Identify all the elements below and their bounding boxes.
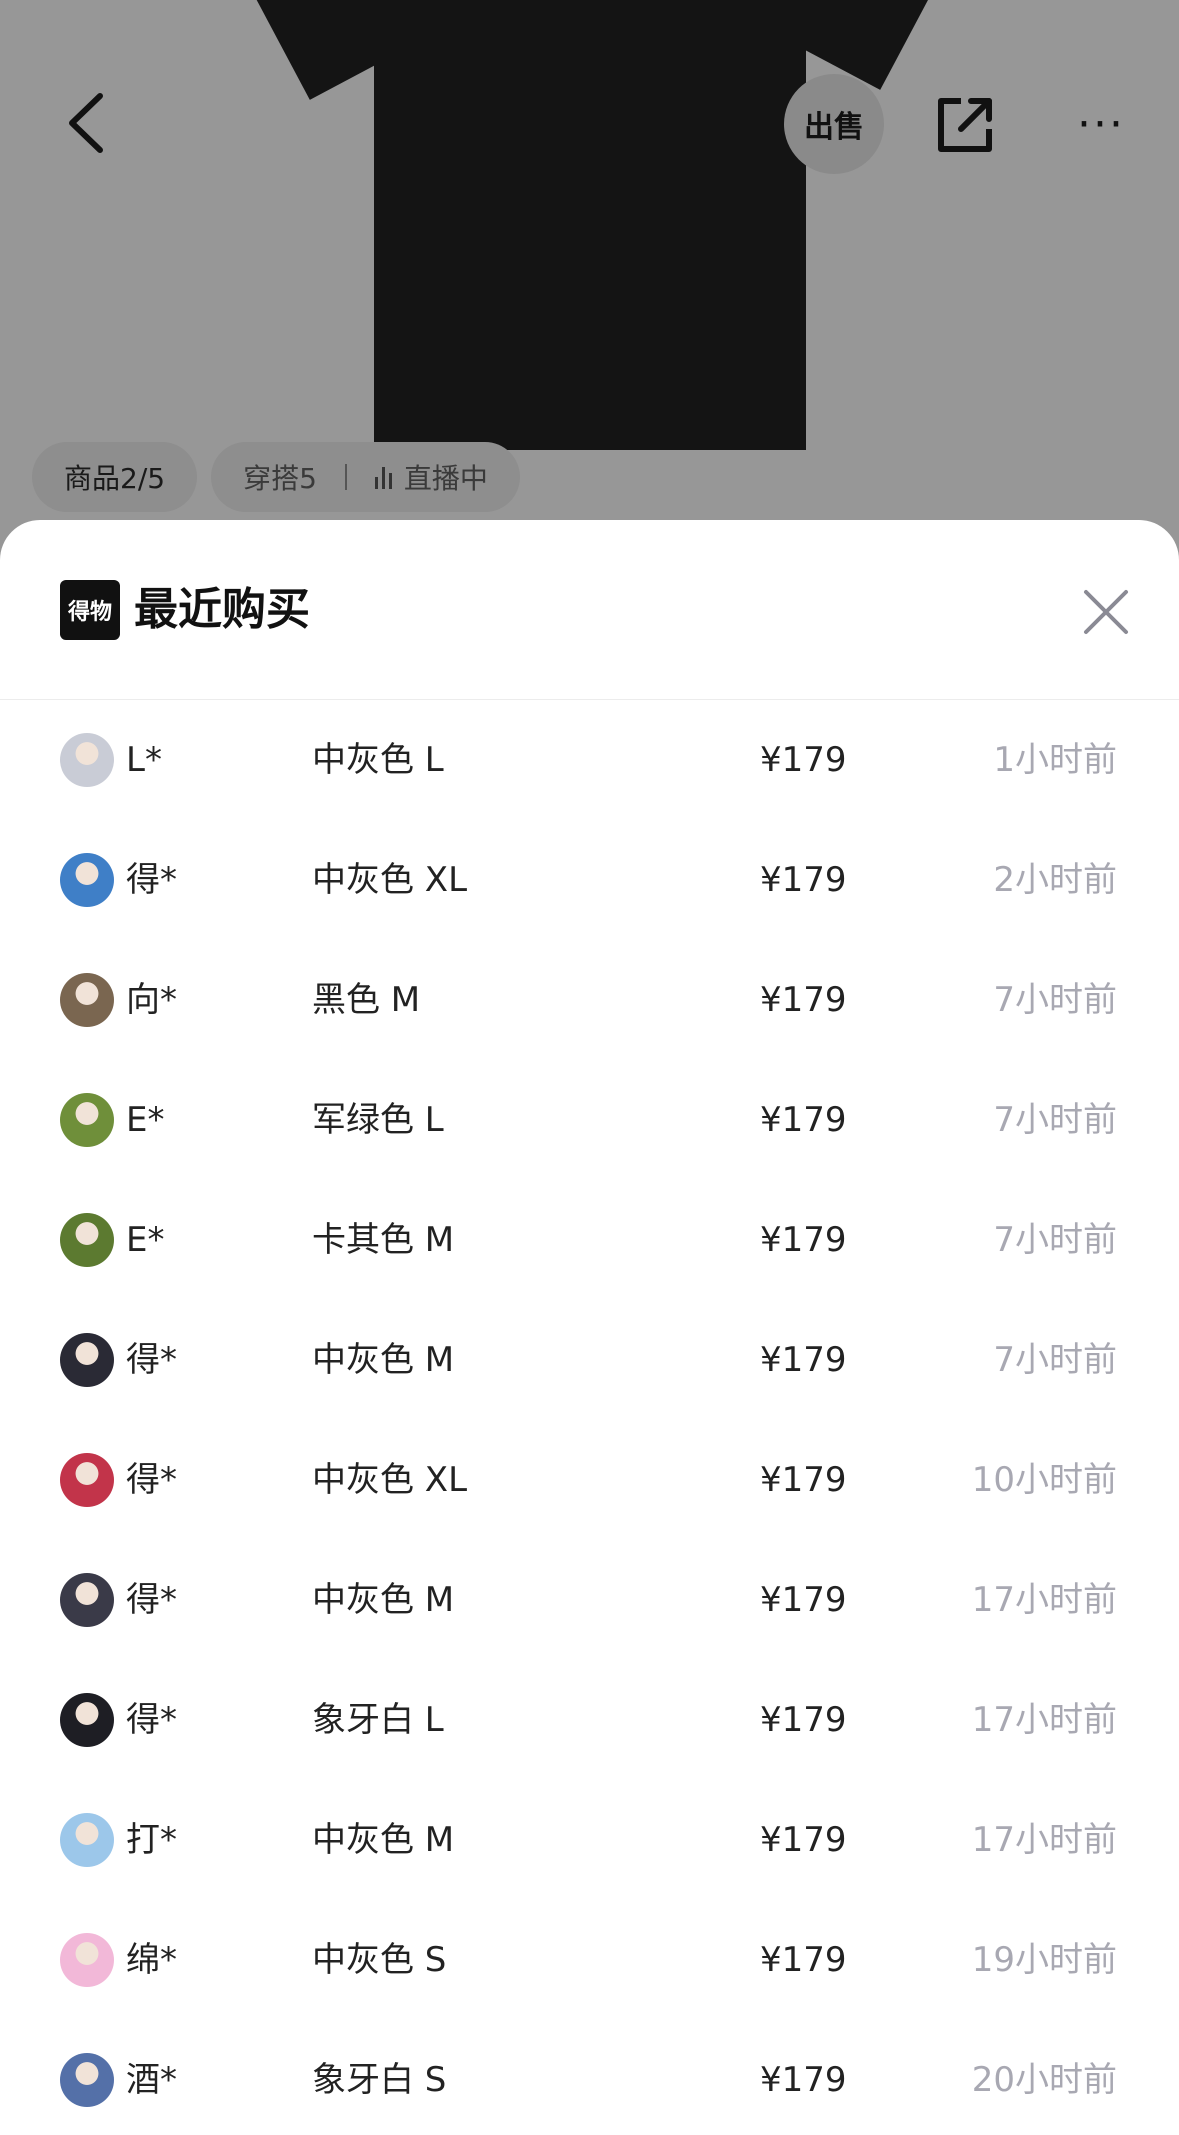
purchase-row: L* 中灰色 L ¥179 1小时前	[0, 700, 1179, 820]
buyer-name: 酒*	[126, 2060, 177, 2100]
product-shirt-image	[374, 0, 806, 450]
purchase-row: 得* 象牙白 L ¥179 17小时前	[0, 1660, 1179, 1780]
buyer-name: 向*	[126, 980, 177, 1020]
purchase-time: 10小时前	[971, 1460, 1117, 1500]
purchase-variant: 象牙白 L	[312, 1700, 444, 1740]
recent-purchases-sheet: 得物 最近购买 L* 中灰色 L ¥179 1小时前得* 中灰色 XL ¥179 2小时前向…	[0, 520, 1179, 2135]
purchase-row: 得* 中灰色 XL ¥179 2小时前	[0, 820, 1179, 940]
sell-label: 出售	[804, 110, 864, 145]
purchase-variant: 象牙白 S	[312, 2060, 447, 2100]
back-icon[interactable]	[56, 88, 116, 158]
product-image-area: 出售 ··· 商品2/5 穿搭5 直播中	[0, 0, 1179, 560]
purchase-row: 得* 中灰色 M ¥179 17小时前	[0, 1540, 1179, 1660]
purchase-list: L* 中灰色 L ¥179 1小时前得* 中灰色 XL ¥179 2小时前向* 黑色 M ¥17…	[0, 700, 1179, 2135]
purchase-price: ¥179	[760, 740, 847, 780]
buyer-name: E*	[126, 1220, 165, 1260]
buyer-name: L*	[126, 740, 162, 780]
avatar[interactable]	[60, 1333, 114, 1387]
dewu-logo: 得物	[60, 580, 120, 640]
purchase-price: ¥179	[760, 980, 847, 1020]
buyer-name: 打*	[126, 1820, 177, 1860]
avatar[interactable]	[60, 733, 114, 787]
buyer-name: 得*	[126, 1460, 177, 1500]
purchase-time: 2小时前	[993, 860, 1117, 900]
buyer-name: 得*	[126, 1580, 177, 1620]
purchase-price: ¥179	[760, 1820, 847, 1860]
purchase-row: 打* 中灰色 M ¥179 17小时前	[0, 1780, 1179, 1900]
purchase-variant: 中灰色 XL	[312, 860, 468, 900]
avatar[interactable]	[60, 1573, 114, 1627]
purchase-row: 向* 黑色 M ¥179 7小时前	[0, 940, 1179, 1060]
close-icon[interactable]	[1080, 586, 1132, 638]
avatar[interactable]	[60, 1693, 114, 1747]
purchase-row: E* 卡其色 M ¥179 7小时前	[0, 1180, 1179, 1300]
purchase-row: 得* 中灰色 M ¥179 7小时前	[0, 1300, 1179, 1420]
tab-group: 穿搭5 直播中	[211, 442, 520, 512]
purchase-row: 绵* 中灰色 S ¥179 19小时前	[0, 1900, 1179, 2020]
purchase-time: 7小时前	[993, 1220, 1117, 1260]
content-tab-bar: 商品2/5 穿搭5 直播中	[32, 442, 520, 512]
purchase-time: 7小时前	[993, 980, 1117, 1020]
purchase-variant: 中灰色 L	[312, 740, 444, 780]
avatar[interactable]	[60, 1093, 114, 1147]
purchase-price: ¥179	[760, 1580, 847, 1620]
purchase-time: 19小时前	[971, 1940, 1117, 1980]
purchase-variant: 军绿色 L	[312, 1100, 444, 1140]
more-icon[interactable]: ···	[1066, 96, 1136, 152]
live-bars-icon	[374, 465, 392, 489]
purchase-variant: 黑色 M	[312, 980, 421, 1020]
buyer-name: 得*	[126, 1340, 177, 1380]
purchase-row: 得* 中灰色 XL ¥179 10小时前	[0, 1420, 1179, 1540]
purchase-price: ¥179	[760, 1700, 847, 1740]
buyer-name: 得*	[126, 1700, 177, 1740]
purchase-time: 17小时前	[971, 1700, 1117, 1740]
sheet-title: 最近购买	[134, 584, 310, 635]
avatar[interactable]	[60, 1813, 114, 1867]
tab-outfit[interactable]: 穿搭5	[243, 457, 317, 497]
purchase-price: ¥179	[760, 1100, 847, 1140]
purchase-price: ¥179	[760, 1460, 847, 1500]
purchase-price: ¥179	[760, 1220, 847, 1260]
purchase-variant: 中灰色 M	[312, 1340, 455, 1380]
tab-live[interactable]: 直播中	[404, 457, 488, 497]
avatar[interactable]	[60, 1453, 114, 1507]
avatar[interactable]	[60, 2053, 114, 2107]
purchase-price: ¥179	[760, 860, 847, 900]
purchase-time: 7小时前	[993, 1340, 1117, 1380]
purchase-variant: 卡其色 M	[312, 1220, 455, 1260]
avatar[interactable]	[60, 853, 114, 907]
share-icon[interactable]	[930, 90, 1000, 160]
purchase-variant: 中灰色 S	[312, 1940, 447, 1980]
buyer-name: E*	[126, 1100, 165, 1140]
purchase-row: E* 军绿色 L ¥179 7小时前	[0, 1060, 1179, 1180]
purchase-variant: 中灰色 M	[312, 1820, 455, 1860]
buyer-name: 得*	[126, 860, 177, 900]
purchase-time: 1小时前	[993, 740, 1117, 780]
buyer-name: 绵*	[126, 1940, 177, 1980]
purchase-time: 7小时前	[993, 1100, 1117, 1140]
purchase-row: 酒* 象牙白 S ¥179 20小时前	[0, 2020, 1179, 2135]
avatar[interactable]	[60, 973, 114, 1027]
purchase-variant: 中灰色 XL	[312, 1460, 468, 1500]
tab-product[interactable]: 商品2/5	[32, 442, 198, 512]
avatar[interactable]	[60, 1213, 114, 1267]
purchase-variant: 中灰色 M	[312, 1580, 455, 1620]
purchase-price: ¥179	[760, 1340, 847, 1380]
purchase-time: 17小时前	[971, 1580, 1117, 1620]
purchase-time: 20小时前	[971, 2060, 1117, 2100]
sell-button[interactable]: 出售	[784, 74, 884, 174]
sheet-header: 得物 最近购买	[0, 520, 1179, 700]
purchase-time: 17小时前	[971, 1820, 1117, 1860]
purchase-price: ¥179	[760, 1940, 847, 1980]
avatar[interactable]	[60, 1933, 114, 1987]
purchase-price: ¥179	[760, 2060, 847, 2100]
tab-divider	[344, 464, 347, 490]
